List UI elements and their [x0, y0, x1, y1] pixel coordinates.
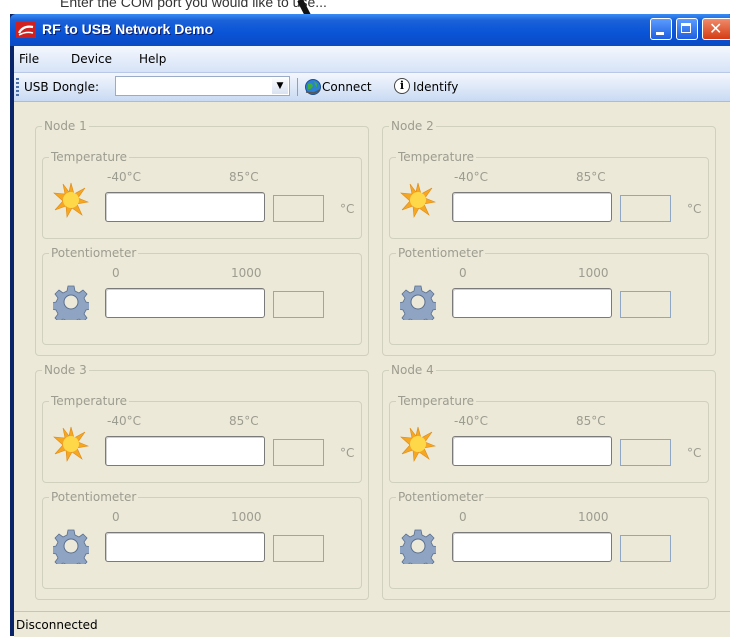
temperature-max-label: 85°C: [229, 414, 259, 428]
temperature-label: Temperature: [49, 150, 130, 164]
toolbar-separator: [297, 78, 298, 96]
close-button[interactable]: ✕: [702, 18, 730, 40]
potentiometer-label: Potentiometer: [49, 246, 139, 260]
potentiometer-value-field: [620, 535, 671, 562]
minimize-button[interactable]: [650, 18, 672, 40]
toolbar: USB Dongle: ▼ Connect i Identify: [14, 73, 730, 102]
maximize-icon: [681, 23, 691, 33]
connect-globe-icon[interactable]: [304, 78, 322, 96]
potentiometer-value-field: [273, 291, 324, 318]
toolbar-grip[interactable]: [16, 78, 19, 96]
temperature-group: Temperature -40°C 85°C °C: [42, 394, 362, 483]
potentiometer-value-field: [620, 291, 671, 318]
sun-icon: [53, 426, 90, 465]
temperature-value-field: [273, 195, 324, 222]
gear-icon: [397, 284, 439, 327]
temperature-max-label: 85°C: [229, 170, 259, 184]
temperature-max-label: 85°C: [576, 414, 606, 428]
temperature-label: Temperature: [396, 150, 477, 164]
connect-button[interactable]: Connect: [322, 80, 372, 94]
potentiometer-group: Potentiometer 0 1000: [42, 490, 362, 589]
sun-icon: [400, 426, 437, 465]
minimize-icon: [656, 32, 664, 35]
menu-device[interactable]: Device: [71, 52, 112, 66]
maximize-button[interactable]: [676, 18, 698, 40]
usb-dongle-select[interactable]: ▼: [115, 76, 290, 96]
window-title: RF to USB Network Demo: [42, 21, 214, 37]
temperature-min-label: -40°C: [107, 170, 141, 184]
temperature-min-label: -40°C: [454, 414, 488, 428]
temperature-group: Temperature -40°C 85°C °C: [389, 150, 709, 239]
temperature-value-field: [620, 195, 671, 222]
potentiometer-min-label: 0: [459, 510, 467, 524]
identify-button[interactable]: Identify: [413, 80, 458, 94]
node-group-1: Node 1 Temperature -40°C 85°C °C Potentiomete…: [35, 119, 369, 356]
sun-icon: [53, 182, 90, 221]
temperature-label: Temperature: [49, 394, 130, 408]
close-icon: ✕: [709, 19, 723, 38]
node-title: Node 2: [389, 119, 436, 133]
node-group-4: Node 4 Temperature -40°C 85°C °C Potentiomete…: [382, 363, 716, 600]
status-text: Disconnected: [16, 618, 98, 632]
chevron-down-icon[interactable]: ▼: [272, 78, 288, 94]
temperature-unit: °C: [340, 202, 355, 216]
temperature-unit: °C: [340, 446, 355, 460]
potentiometer-bar: [452, 288, 612, 318]
potentiometer-bar: [105, 532, 265, 562]
title-bar[interactable]: RF to USB Network Demo ✕: [10, 14, 730, 46]
potentiometer-min-label: 0: [112, 510, 120, 524]
gear-icon: [397, 528, 439, 571]
node-title: Node 4: [389, 363, 436, 377]
node-title: Node 3: [42, 363, 89, 377]
app-window: RF to USB Network Demo ✕ File Device Hel…: [10, 14, 730, 637]
potentiometer-group: Potentiometer 0 1000: [389, 490, 709, 589]
node-group-2: Node 2 Temperature -40°C 85°C °C Potentiomete…: [382, 119, 716, 356]
potentiometer-max-label: 1000: [578, 510, 609, 524]
sun-icon: [400, 182, 437, 221]
potentiometer-min-label: 0: [112, 266, 120, 280]
node-group-3: Node 3 Temperature -40°C 85°C °C Potentiomete…: [35, 363, 369, 600]
potentiometer-max-label: 1000: [231, 266, 262, 280]
temperature-max-label: 85°C: [576, 170, 606, 184]
menu-bar: File Device Help: [14, 46, 730, 73]
temperature-label: Temperature: [396, 394, 477, 408]
temperature-bar: [452, 192, 612, 222]
temperature-bar: [105, 436, 265, 466]
temperature-value-field: [273, 439, 324, 466]
usb-dongle-label: USB Dongle:: [24, 80, 100, 94]
potentiometer-value-field: [273, 535, 324, 562]
temperature-min-label: -40°C: [454, 170, 488, 184]
client-area: File Device Help USB Dongle: ▼ Connect i…: [14, 46, 730, 637]
temperature-unit: °C: [687, 202, 702, 216]
potentiometer-group: Potentiometer 0 1000: [389, 246, 709, 345]
info-icon[interactable]: i: [394, 78, 410, 94]
temperature-group: Temperature -40°C 85°C °C: [42, 150, 362, 239]
potentiometer-min-label: 0: [459, 266, 467, 280]
potentiometer-group: Potentiometer 0 1000: [42, 246, 362, 345]
potentiometer-max-label: 1000: [578, 266, 609, 280]
temperature-bar: [452, 436, 612, 466]
status-bar: Disconnected: [14, 611, 730, 637]
gear-icon: [50, 528, 92, 571]
app-logo-icon: [16, 22, 36, 38]
potentiometer-label: Potentiometer: [396, 490, 486, 504]
temperature-value-field: [620, 439, 671, 466]
gear-icon: [50, 284, 92, 327]
menu-file[interactable]: File: [19, 52, 39, 66]
potentiometer-max-label: 1000: [231, 510, 262, 524]
temperature-group: Temperature -40°C 85°C °C: [389, 394, 709, 483]
potentiometer-bar: [105, 288, 265, 318]
temperature-bar: [105, 192, 265, 222]
potentiometer-label: Potentiometer: [396, 246, 486, 260]
potentiometer-label: Potentiometer: [49, 490, 139, 504]
menu-help[interactable]: Help: [139, 52, 166, 66]
node-title: Node 1: [42, 119, 89, 133]
temperature-unit: °C: [687, 446, 702, 460]
potentiometer-bar: [452, 532, 612, 562]
temperature-min-label: -40°C: [107, 414, 141, 428]
